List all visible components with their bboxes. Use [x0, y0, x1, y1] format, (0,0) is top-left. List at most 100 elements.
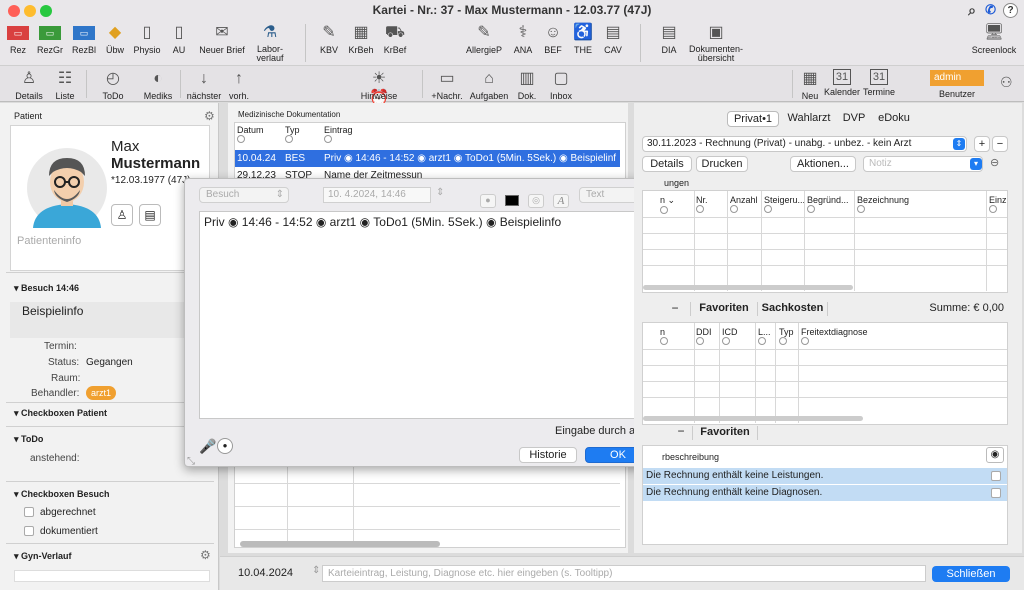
horizontal-scrollbar[interactable]: [643, 285, 853, 290]
col-datum[interactable]: Datum: [237, 125, 264, 145]
historie-button[interactable]: Historie: [519, 447, 577, 463]
toolbar-rezgr[interactable]: ▭ RezGr: [35, 23, 65, 55]
date-field[interactable]: 10. 4.2024, 14:46: [323, 187, 431, 203]
warning-no-diagnoses[interactable]: Die Rechnung enthält keine Diagnosen.: [643, 485, 1007, 501]
minimize-window-button[interactable]: [24, 5, 36, 17]
horizontal-scrollbar[interactable]: [643, 416, 863, 421]
toolbar-neu[interactable]: ▦ Neu: [798, 69, 822, 101]
checkbox-box[interactable]: [24, 526, 34, 537]
toolbar-naechster[interactable]: ↓ nächster: [186, 69, 222, 101]
toolbar-termine[interactable]: 31 Termine: [862, 69, 896, 97]
toolbar-au[interactable]: ▯ AU: [166, 23, 192, 55]
patient-card-button[interactable]: ▤: [139, 204, 161, 226]
toolbar-physio[interactable]: ▯ Physio: [132, 23, 162, 55]
toolbar-rezbl[interactable]: ▭ RezBl: [69, 23, 99, 55]
phone-icon[interactable]: ✆: [985, 0, 996, 20]
warning-no-services[interactable]: Die Rechnung enthält keine Leistungen.: [643, 468, 1007, 484]
toolbar-mediks[interactable]: ◐ Mediks: [142, 69, 174, 101]
toolbar-todo[interactable]: ◴ ToDo: [96, 69, 130, 101]
color-button[interactable]: ●: [480, 194, 496, 208]
toolbar-inbox[interactable]: ▢ Inbox: [546, 69, 576, 101]
entry-input[interactable]: Karteieintrag, Leistung, Diagnose etc. h…: [322, 565, 926, 582]
col-steigerung[interactable]: Steigeru...: [764, 195, 805, 215]
col-einzel[interactable]: Einz: [989, 195, 1007, 215]
favoriten-diagnosen-button[interactable]: Favoriten: [692, 426, 758, 440]
toolbar-ubw[interactable]: ◆ Übw: [102, 23, 128, 55]
table-row[interactable]: 10.04.24 BES Priv ◉ 14:46 - 14:52 ◉ arzt…: [235, 150, 620, 167]
remove-invoice-button[interactable]: −: [992, 136, 1008, 152]
invoice-select[interactable]: 30.11.2023 - Rechnung (Privat) - unabg. …: [642, 136, 967, 152]
col-begruendung[interactable]: Begründ...: [807, 195, 849, 215]
user-icon[interactable]: ⚇: [1000, 74, 1013, 91]
tab-wahlarzt[interactable]: Wahlarzt: [784, 111, 834, 127]
tab-privat[interactable]: Privat•1: [727, 111, 779, 127]
chevron-down-icon[interactable]: ▾: [970, 158, 982, 170]
stepper-icon[interactable]: ⇕: [312, 565, 320, 576]
settings-button[interactable]: ◎: [528, 194, 544, 208]
font-icon[interactable]: A: [553, 194, 569, 208]
resize-corner-icon[interactable]: ⤡: [187, 456, 195, 467]
col-icd[interactable]: ICD: [722, 327, 738, 347]
siri-icon[interactable]: ●: [217, 438, 233, 454]
toolbar-krbeh[interactable]: ▦ KrBeh: [346, 23, 376, 55]
checkboxen-besuch-section[interactable]: ▾ Checkboxen Besuch: [14, 489, 110, 500]
text-color-swatch[interactable]: [505, 195, 519, 206]
horizontal-scrollbar[interactable]: [240, 541, 440, 547]
toolbar-aufgaben[interactable]: ⌂ Aufgaben: [468, 69, 510, 101]
entry-date[interactable]: 10.04.2024: [238, 567, 293, 579]
gyn-field[interactable]: [14, 570, 210, 582]
add-invoice-button[interactable]: +: [974, 136, 990, 152]
toolbar-dia[interactable]: ▤ DIA: [656, 23, 682, 55]
toolbar-screenlock[interactable]: 🖥 Screenlock: [968, 23, 1020, 55]
checkbox-abgerechnet[interactable]: abgerechnet: [24, 507, 96, 518]
tab-edoku[interactable]: eDoku: [874, 111, 914, 127]
toolbar-hinweise[interactable]: ☀ ⏰ Hinweise: [356, 69, 402, 107]
col-typ[interactable]: Typ: [285, 125, 300, 145]
aktionen-button[interactable]: Aktionen...: [790, 156, 856, 172]
toolbar-laborverlauf[interactable]: ⚗ Labor-verlauf: [250, 23, 290, 63]
col-l[interactable]: L...: [758, 327, 771, 347]
type-select[interactable]: Besuch ⇕: [199, 187, 289, 203]
col-bezeichnung[interactable]: Bezeichnung: [857, 195, 909, 215]
stepper-icon[interactable]: ⇕: [436, 187, 444, 198]
more-icon[interactable]: ⊖: [990, 156, 999, 169]
col-eintrag[interactable]: Eintrag: [324, 125, 353, 145]
toolbar-rez[interactable]: ▭ Rez: [4, 23, 32, 55]
remove-diagnose-button[interactable]: −: [670, 425, 692, 439]
toolbar-dok[interactable]: ▥ Dok.: [514, 69, 540, 101]
entry-textarea[interactable]: Priv ◉ 14:46 - 14:52 ◉ arzt1 ◉ ToDo1 (5M…: [199, 211, 650, 419]
checkbox-dokumentiert[interactable]: dokumentiert: [24, 526, 98, 537]
patient-info-field[interactable]: Patienteninfo: [17, 235, 81, 247]
toolbar-dokumentenuebersicht[interactable]: ▣ Dokumenten-übersicht: [686, 23, 746, 63]
search-icon[interactable]: ⌕: [968, 0, 976, 20]
col-diag-n[interactable]: n: [660, 327, 668, 347]
col-typ[interactable]: Typ: [779, 327, 794, 347]
col-anzahl[interactable]: Anzahl: [730, 195, 758, 215]
favoriten-button[interactable]: Favoriten: [690, 302, 758, 316]
toolbar-details[interactable]: ♙ Details: [12, 69, 46, 101]
toolbar-cav[interactable]: ▤ CAV: [600, 23, 626, 55]
col-freitextdiagnose[interactable]: Freitextdiagnose: [801, 327, 868, 347]
toolbar-neuer-brief[interactable]: ✉ Neuer Brief: [198, 23, 246, 55]
toolbar-benutzer[interactable]: Benutzer: [934, 89, 980, 99]
checkbox-box[interactable]: [991, 471, 1001, 481]
toolbar-bef[interactable]: ☺ BEF: [540, 23, 566, 55]
patient-details-button[interactable]: ♙: [111, 204, 133, 226]
toolbar-kbv[interactable]: ✎ KBV: [316, 23, 342, 55]
gyn-section[interactable]: ▾ Gyn-Verlauf: [14, 551, 72, 562]
help-icon[interactable]: ?: [1003, 3, 1018, 18]
tab-dvp[interactable]: DVP: [839, 111, 869, 127]
col-nr[interactable]: Nr.: [696, 195, 708, 215]
todo-section[interactable]: ▾ ToDo: [14, 434, 43, 445]
checkbox-box[interactable]: [24, 507, 34, 518]
checkboxen-patient-section[interactable]: ▾ Checkboxen Patient: [14, 408, 107, 419]
col-leistung-n[interactable]: n ⌄: [660, 195, 675, 216]
toolbar-liste[interactable]: ☷ Liste: [50, 69, 80, 101]
gear-icon[interactable]: ⚙: [200, 548, 211, 562]
sachkosten-button[interactable]: Sachkosten: [758, 302, 828, 316]
schliessen-button[interactable]: Schließen: [932, 566, 1010, 582]
behandler-badge[interactable]: arzt1: [86, 386, 117, 400]
drucken-button[interactable]: Drucken: [696, 156, 748, 172]
remove-leistung-button[interactable]: −: [664, 302, 686, 316]
zoom-window-button[interactable]: [40, 5, 52, 17]
